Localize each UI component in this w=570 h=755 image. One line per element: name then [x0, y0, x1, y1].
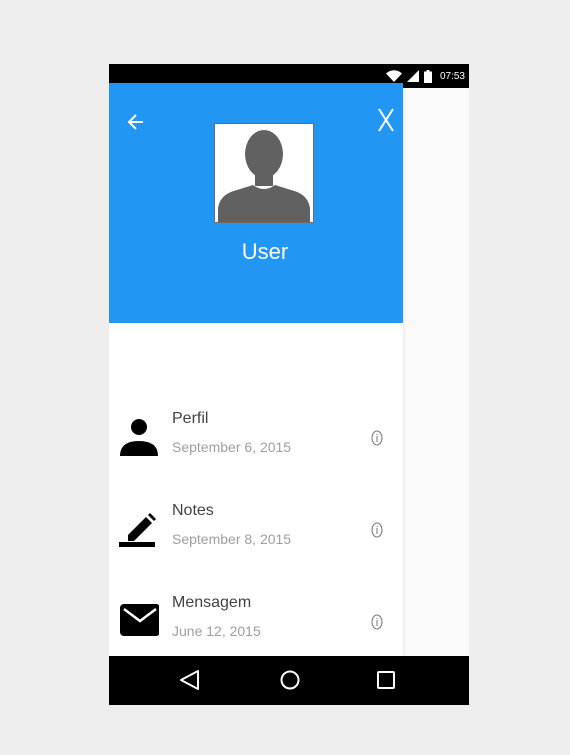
home-circle-icon [280, 670, 300, 690]
menu-item-mensagem[interactable]: Mensagem June 12, 2015 [109, 588, 403, 658]
mail-icon [119, 600, 160, 640]
edit-icon [119, 508, 159, 548]
drawer-header: User [109, 83, 403, 323]
menu-item-notes[interactable]: Notes September 8, 2015 [109, 496, 403, 566]
arrow-left-icon [127, 114, 143, 130]
menu-item-date: June 12, 2015 [172, 623, 261, 639]
nav-recents-button[interactable] [374, 668, 398, 692]
close-button[interactable] [371, 105, 401, 135]
system-nav-bar [109, 656, 469, 705]
navigation-drawer: User Perfil September 6, 2015 Notes Sept… [109, 83, 403, 656]
avatar[interactable] [214, 123, 314, 223]
user-silhouette-icon [218, 130, 310, 222]
menu-item-title: Perfil [172, 410, 209, 427]
person-icon [119, 416, 159, 456]
recents-square-icon [377, 671, 395, 689]
info-icon [371, 614, 383, 630]
nav-back-button[interactable] [178, 668, 202, 692]
info-button[interactable] [371, 614, 383, 630]
status-time: 07:53 [439, 70, 465, 82]
menu-item-date: September 6, 2015 [172, 439, 292, 455]
info-button[interactable] [371, 430, 383, 446]
nav-home-button[interactable] [278, 668, 302, 692]
menu-item-title: Notes [172, 502, 214, 519]
menu-item-perfil[interactable]: Perfil September 6, 2015 [109, 404, 403, 474]
info-icon [371, 430, 383, 446]
info-button[interactable] [371, 522, 383, 538]
menu-item-title: Mensagem [172, 594, 252, 611]
info-icon [371, 522, 383, 538]
phone-screen: 07:53 User Perfil September 6, 2015 Note… [109, 64, 469, 705]
menu-item-date: September 8, 2015 [172, 531, 292, 547]
battery-icon [423, 69, 432, 83]
wifi-icon [385, 70, 402, 82]
signal-icon [406, 70, 419, 82]
user-name: User [241, 239, 289, 264]
back-button[interactable] [121, 107, 151, 137]
back-triangle-icon [180, 670, 199, 690]
close-icon [378, 108, 394, 132]
